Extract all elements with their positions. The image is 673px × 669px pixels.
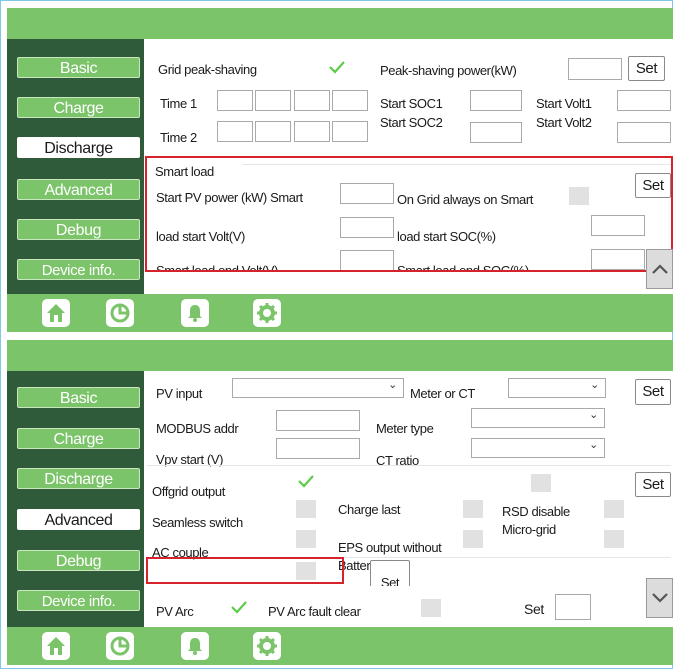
vpv-start-input[interactable] bbox=[276, 438, 360, 459]
eps-set-button[interactable]: Set bbox=[370, 560, 410, 586]
nav-basic[interactable]: Basic bbox=[17, 57, 140, 78]
options-set-button[interactable]: Set bbox=[635, 472, 671, 497]
time1-start-minute-input[interactable] bbox=[255, 90, 291, 111]
rsd-disable-label: RSD disable bbox=[502, 504, 570, 519]
time1-start-hour-input[interactable] bbox=[217, 90, 253, 111]
highlight-box bbox=[145, 156, 673, 272]
time1-end-minute-input[interactable] bbox=[332, 90, 368, 111]
sidebar: Basic Charge Discharge Advanced Debug De… bbox=[7, 371, 144, 627]
chevron-down-icon: ⌄ bbox=[589, 409, 598, 421]
nav-debug[interactable]: Debug bbox=[17, 550, 140, 571]
nav-debug[interactable]: Debug bbox=[17, 219, 140, 240]
start-volt2-label: Start Volt2 bbox=[536, 115, 592, 130]
header-bar bbox=[7, 340, 673, 371]
peak-shaving-set-button[interactable]: Set bbox=[628, 56, 665, 81]
offgrid-output-checkbox[interactable] bbox=[296, 472, 316, 490]
unlabeled-checkbox[interactable] bbox=[531, 474, 551, 492]
start-volt1-input[interactable] bbox=[617, 90, 671, 111]
charge-last-label: Charge last bbox=[338, 502, 401, 517]
seamless-switch-label: Seamless switch bbox=[152, 515, 243, 530]
micro-grid-label: Micro-grid bbox=[502, 522, 556, 537]
eps-output-checkbox[interactable] bbox=[463, 530, 483, 548]
micro-grid-checkbox[interactable] bbox=[604, 530, 624, 548]
sidebar: Basic Charge Discharge Advanced Debug De… bbox=[7, 39, 144, 294]
start-soc2-input[interactable] bbox=[470, 122, 522, 143]
start-soc2-label: Start SOC2 bbox=[380, 115, 443, 130]
nav-charge[interactable]: Charge bbox=[17, 428, 140, 449]
home-icon[interactable] bbox=[42, 299, 70, 327]
pv-arc-fault-clear-label: PV Arc fault clear bbox=[268, 604, 361, 619]
seamless-switch-checkbox[interactable] bbox=[296, 500, 316, 518]
modbus-addr-input[interactable] bbox=[276, 410, 360, 431]
ac-couple-checkbox[interactable] bbox=[296, 530, 316, 548]
pv-arc-checkbox[interactable] bbox=[229, 598, 249, 616]
pv-input-select[interactable]: ⌄ bbox=[232, 378, 404, 398]
pv-arc-label: PV Arc bbox=[156, 604, 194, 619]
gear-icon[interactable] bbox=[253, 632, 281, 660]
chevron-down-icon: ⌄ bbox=[590, 379, 599, 391]
nav-advanced[interactable]: Advanced bbox=[17, 509, 140, 530]
nav-basic[interactable]: Basic bbox=[17, 387, 140, 408]
rsd-disable-checkbox[interactable] bbox=[604, 500, 624, 518]
start-soc1-input[interactable] bbox=[470, 90, 522, 111]
time1-end-hour-input[interactable] bbox=[294, 90, 330, 111]
nav-discharge[interactable]: Discharge bbox=[17, 137, 140, 158]
meter-type-label: Meter type bbox=[376, 421, 434, 436]
start-volt1-label: Start Volt1 bbox=[536, 96, 592, 111]
meter-or-ct-select[interactable]: ⌄ bbox=[508, 378, 606, 398]
modbus-addr-label: MODBUS addr bbox=[156, 421, 239, 436]
start-soc1-label: Start SOC1 bbox=[380, 96, 443, 111]
meter-type-select[interactable]: ⌄ bbox=[471, 408, 605, 428]
time2-start-minute-input[interactable] bbox=[255, 121, 291, 142]
grid-peak-shaving-checkbox[interactable] bbox=[327, 58, 347, 76]
bell-icon[interactable] bbox=[181, 632, 209, 660]
pv-input-set-button[interactable]: Set bbox=[635, 379, 671, 405]
nav-device-info[interactable]: Device info. bbox=[17, 590, 140, 611]
highlighted-checkbox[interactable] bbox=[296, 562, 316, 580]
grid-peak-shaving-label: Grid peak-shaving bbox=[158, 62, 257, 77]
nav-device-info[interactable]: Device info. bbox=[17, 259, 140, 280]
pv-input-label: PV input bbox=[156, 386, 202, 401]
time2-start-hour-input[interactable] bbox=[217, 121, 253, 142]
header-bar bbox=[7, 8, 673, 39]
gear-icon[interactable] bbox=[253, 299, 281, 327]
time2-end-minute-input[interactable] bbox=[332, 121, 368, 142]
time2-label: Time 2 bbox=[160, 130, 197, 145]
charge-last-checkbox[interactable] bbox=[463, 500, 483, 518]
chart-icon[interactable] bbox=[106, 632, 134, 660]
home-icon[interactable] bbox=[42, 632, 70, 660]
divider bbox=[147, 465, 671, 466]
nav-advanced[interactable]: Advanced bbox=[17, 179, 140, 200]
scroll-up-button[interactable] bbox=[646, 249, 673, 289]
nav-charge[interactable]: Charge bbox=[17, 97, 140, 118]
eps-output-label: EPS output without bbox=[338, 540, 442, 555]
chevron-down-icon: ⌄ bbox=[388, 379, 397, 391]
time1-label: Time 1 bbox=[160, 96, 197, 111]
peak-shaving-power-label: Peak-shaving power(kW) bbox=[380, 63, 517, 78]
meter-or-ct-label: Meter or CT bbox=[410, 386, 475, 401]
peak-shaving-power-input[interactable] bbox=[568, 58, 622, 80]
bottom-tab-bar bbox=[7, 294, 673, 332]
time2-end-hour-input[interactable] bbox=[294, 121, 330, 142]
bell-icon[interactable] bbox=[181, 299, 209, 327]
start-volt2-input[interactable] bbox=[617, 122, 671, 143]
scroll-down-button[interactable] bbox=[646, 578, 673, 618]
eps-set-button-clip: Set bbox=[370, 560, 410, 586]
offgrid-output-label: Offgrid output bbox=[152, 484, 225, 499]
ct-ratio-select[interactable]: ⌄ bbox=[471, 438, 605, 458]
chart-icon[interactable] bbox=[106, 299, 134, 327]
pv-arc-value-input[interactable] bbox=[555, 594, 591, 620]
bottom-tab-bar bbox=[7, 627, 673, 665]
nav-discharge[interactable]: Discharge bbox=[17, 468, 140, 489]
pv-arc-set-label[interactable]: Set bbox=[524, 601, 544, 617]
pv-arc-fault-clear-checkbox[interactable] bbox=[421, 599, 441, 617]
chevron-down-icon: ⌄ bbox=[589, 439, 598, 451]
